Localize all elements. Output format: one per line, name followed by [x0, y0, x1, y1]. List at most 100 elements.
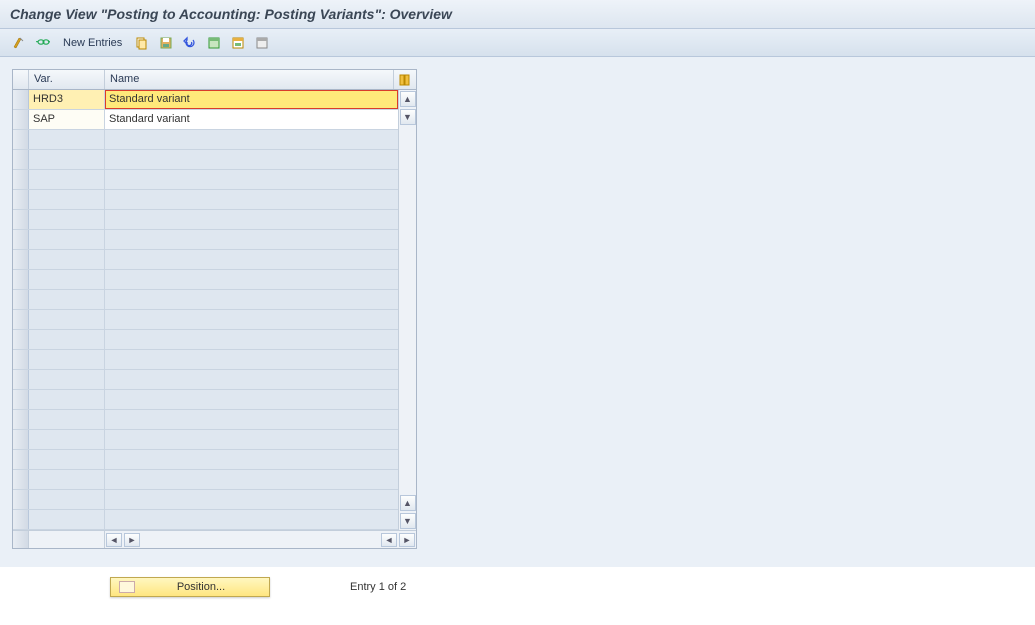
table-row-empty[interactable] [13, 270, 398, 290]
row-selector[interactable] [13, 510, 29, 529]
cell-var[interactable]: HRD3 [29, 90, 105, 109]
scroll-down-icon[interactable]: ▼ [400, 109, 416, 125]
cell-name[interactable] [105, 450, 398, 469]
cell-name[interactable] [105, 250, 398, 269]
scroll-right2-icon[interactable]: ► [399, 533, 415, 547]
cell-name[interactable] [105, 230, 398, 249]
cell-var[interactable] [29, 490, 105, 509]
table-row-empty[interactable] [13, 370, 398, 390]
cell-var[interactable] [29, 350, 105, 369]
cell-var[interactable] [29, 430, 105, 449]
scroll-up2-icon[interactable]: ▲ [400, 495, 416, 511]
cell-name[interactable] [105, 210, 398, 229]
cell-var[interactable] [29, 270, 105, 289]
table-row-empty[interactable] [13, 510, 398, 530]
table-row-empty[interactable] [13, 450, 398, 470]
cell-var[interactable] [29, 210, 105, 229]
table-row-empty[interactable] [13, 250, 398, 270]
table-row-empty[interactable] [13, 470, 398, 490]
row-selector[interactable] [13, 190, 29, 209]
cell-name[interactable] [105, 410, 398, 429]
cell-var[interactable] [29, 290, 105, 309]
row-selector[interactable] [13, 150, 29, 169]
table-row-empty[interactable] [13, 410, 398, 430]
cell-var[interactable] [29, 130, 105, 149]
scroll-left-icon[interactable]: ◄ [106, 533, 122, 547]
row-selector[interactable] [13, 330, 29, 349]
position-button[interactable]: Position... [110, 577, 270, 597]
cell-name[interactable] [105, 290, 398, 309]
header-selector-col[interactable] [13, 70, 29, 89]
table-row-empty[interactable] [13, 390, 398, 410]
scroll-down2-icon[interactable]: ▼ [400, 513, 416, 529]
cell-name[interactable] [105, 510, 398, 529]
details-icon[interactable] [34, 34, 52, 52]
cell-var[interactable] [29, 470, 105, 489]
select-all-icon[interactable] [205, 34, 223, 52]
cell-name[interactable] [105, 390, 398, 409]
cell-var[interactable] [29, 370, 105, 389]
copy-icon[interactable] [133, 34, 151, 52]
cell-var[interactable] [29, 390, 105, 409]
row-selector[interactable] [13, 90, 29, 109]
cell-var[interactable] [29, 150, 105, 169]
select-block-icon[interactable] [229, 34, 247, 52]
cell-name[interactable] [105, 370, 398, 389]
cell-var[interactable]: SAP [29, 110, 105, 129]
cell-var[interactable] [29, 250, 105, 269]
new-entries-button[interactable]: New Entries [58, 35, 127, 51]
cell-var[interactable] [29, 410, 105, 429]
table-row[interactable]: SAPStandard variant [13, 110, 398, 130]
toggle-display-change-icon[interactable] [10, 34, 28, 52]
cell-name[interactable] [105, 270, 398, 289]
scroll-left2-icon[interactable]: ◄ [381, 533, 397, 547]
cell-var[interactable] [29, 190, 105, 209]
cell-var[interactable] [29, 310, 105, 329]
row-selector[interactable] [13, 110, 29, 129]
table-row-empty[interactable] [13, 350, 398, 370]
table-row-empty[interactable] [13, 190, 398, 210]
row-selector[interactable] [13, 310, 29, 329]
scroll-up-icon[interactable]: ▲ [400, 91, 416, 107]
row-selector[interactable] [13, 230, 29, 249]
row-selector[interactable] [13, 410, 29, 429]
cell-var[interactable] [29, 170, 105, 189]
row-selector[interactable] [13, 270, 29, 289]
table-row-empty[interactable] [13, 430, 398, 450]
row-selector[interactable] [13, 430, 29, 449]
cell-name[interactable] [105, 190, 398, 209]
save-variant-icon[interactable] [157, 34, 175, 52]
row-selector[interactable] [13, 250, 29, 269]
row-selector[interactable] [13, 450, 29, 469]
row-selector[interactable] [13, 350, 29, 369]
row-selector[interactable] [13, 130, 29, 149]
row-selector[interactable] [13, 390, 29, 409]
table-row-empty[interactable] [13, 170, 398, 190]
table-row-empty[interactable] [13, 230, 398, 250]
cell-name[interactable] [105, 470, 398, 489]
cell-var[interactable] [29, 330, 105, 349]
row-selector[interactable] [13, 490, 29, 509]
table-row-empty[interactable] [13, 130, 398, 150]
table-row-empty[interactable] [13, 490, 398, 510]
deselect-all-icon[interactable] [253, 34, 271, 52]
row-selector[interactable] [13, 210, 29, 229]
cell-var[interactable] [29, 510, 105, 529]
cell-var[interactable] [29, 450, 105, 469]
table-row-empty[interactable] [13, 150, 398, 170]
cell-name[interactable] [105, 170, 398, 189]
row-selector[interactable] [13, 470, 29, 489]
table-row-empty[interactable] [13, 210, 398, 230]
cell-name[interactable] [105, 150, 398, 169]
cell-name[interactable] [105, 430, 398, 449]
cell-name[interactable] [105, 130, 398, 149]
scroll-right-icon[interactable]: ► [124, 533, 140, 547]
table-row-empty[interactable] [13, 290, 398, 310]
table-row-empty[interactable] [13, 310, 398, 330]
cell-name[interactable] [105, 310, 398, 329]
cell-name[interactable] [105, 350, 398, 369]
undo-icon[interactable] [181, 34, 199, 52]
column-header-var[interactable]: Var. [29, 70, 105, 89]
horizontal-scrollbar[interactable]: ◄ ► ◄ ► [13, 530, 416, 548]
table-configure-icon[interactable] [394, 70, 416, 89]
